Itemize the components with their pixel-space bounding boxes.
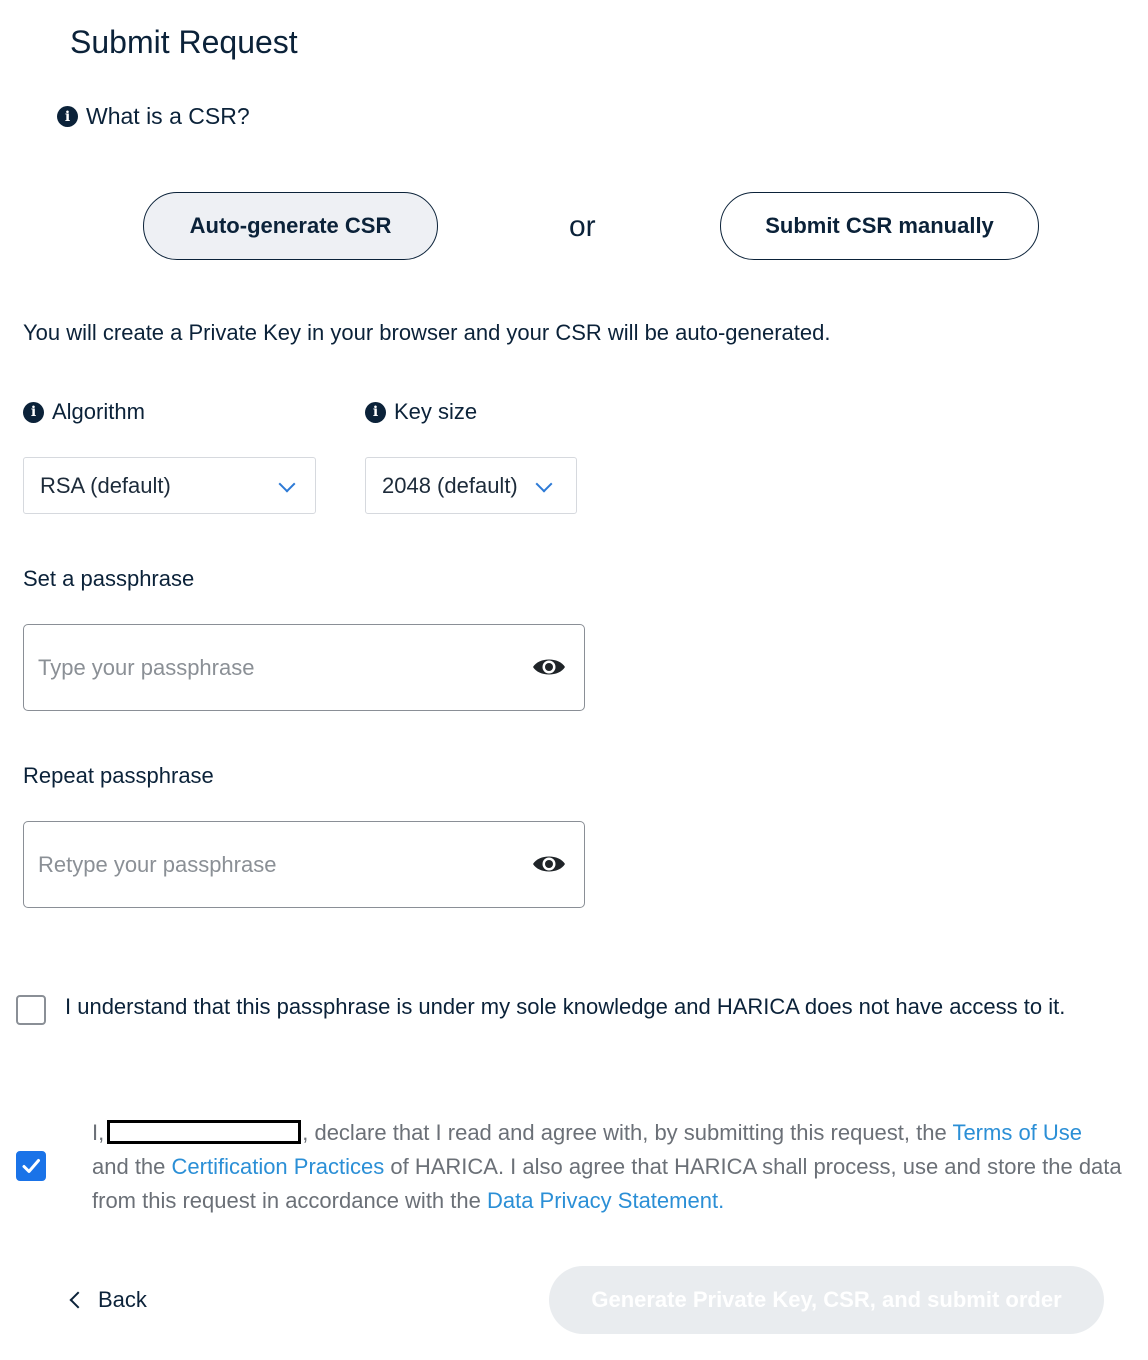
repeat-passphrase-field	[23, 821, 585, 908]
generate-submit-button[interactable]: Generate Private Key, CSR, and submit or…	[549, 1266, 1104, 1334]
key-size-info-icon[interactable]: i	[365, 401, 386, 423]
algorithm-selected-value: RSA (default)	[40, 472, 171, 498]
chevron-down-icon	[535, 475, 553, 493]
passphrase-input[interactable]	[38, 651, 518, 685]
algorithm-label: i Algorithm	[23, 399, 145, 425]
declaration-part1: , declare that I read and agree with, by…	[302, 1120, 953, 1145]
key-size-label: i Key size	[365, 399, 477, 425]
back-button[interactable]: Back	[68, 1287, 147, 1313]
auto-generate-description: You will create a Private Key in your br…	[23, 320, 831, 345]
declaration-prefix: I,	[92, 1120, 105, 1145]
algorithm-label-text: Algorithm	[52, 399, 145, 424]
redacted-name-box	[107, 1120, 302, 1144]
passphrase-label: Set a passphrase	[23, 566, 195, 591]
auto-generate-csr-button[interactable]: Auto-generate CSR	[143, 192, 438, 260]
key-size-label-text: Key size	[394, 399, 478, 424]
understand-label: I understand that this passphrase is und…	[65, 994, 1066, 1019]
declaration-part2: and the	[92, 1154, 172, 1179]
what-is-csr-label: What is a CSR?	[86, 103, 250, 129]
algorithm-select[interactable]: RSA (default)	[23, 457, 316, 514]
terms-of-use-link[interactable]: Terms of Use	[952, 1120, 1082, 1145]
show-password-eye-icon[interactable]	[532, 655, 566, 679]
key-size-selected-value: 2048 (default)	[382, 472, 518, 498]
submit-csr-manually-button[interactable]: Submit CSR manually	[720, 192, 1039, 260]
or-separator: or	[569, 210, 596, 243]
checkmark-icon	[22, 1159, 40, 1173]
declaration-text: I, , declare that I read and agree with, …	[92, 1116, 1122, 1218]
repeat-passphrase-input[interactable]	[38, 848, 518, 882]
back-label: Back	[98, 1287, 147, 1312]
chevron-down-icon	[278, 475, 296, 493]
info-icon: i	[57, 106, 78, 127]
data-privacy-statement-link[interactable]: Data Privacy Statement.	[487, 1188, 724, 1213]
what-is-csr-link[interactable]: i What is a CSR?	[57, 103, 250, 130]
algorithm-info-icon[interactable]: i	[23, 401, 44, 423]
key-size-select[interactable]: 2048 (default)	[365, 457, 577, 514]
declaration-checkbox[interactable]	[16, 1151, 46, 1181]
show-repeat-password-eye-icon[interactable]	[532, 852, 566, 876]
passphrase-field	[23, 624, 585, 711]
chevron-left-icon	[69, 1291, 87, 1309]
understand-checkbox[interactable]	[16, 995, 46, 1025]
repeat-passphrase-label: Repeat passphrase	[23, 763, 214, 788]
page-title: Submit Request	[70, 24, 298, 60]
certification-practices-link[interactable]: Certification Practices	[172, 1154, 385, 1179]
